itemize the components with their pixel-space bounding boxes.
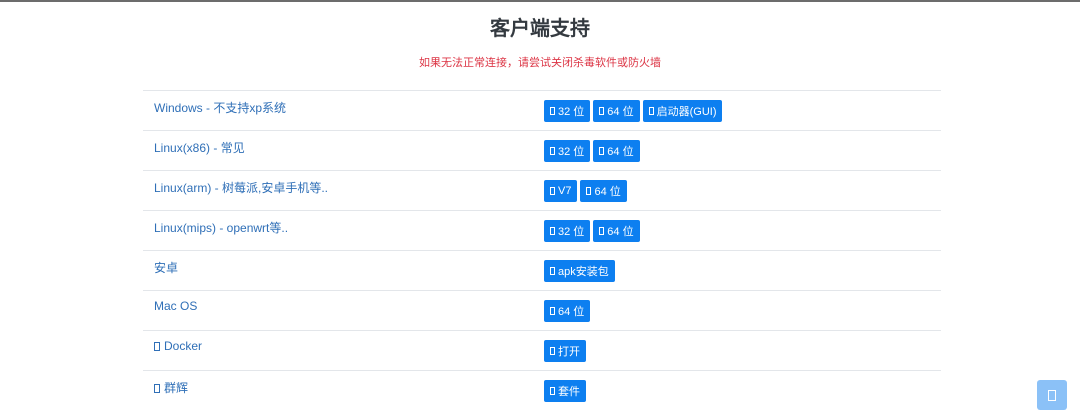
download-button[interactable]: 64 位 bbox=[544, 300, 591, 322]
floating-help-button[interactable] bbox=[1037, 380, 1067, 410]
top-border bbox=[0, 0, 1080, 2]
download-icon bbox=[648, 107, 654, 115]
platform-row: 群辉 套件 bbox=[143, 370, 941, 410]
client-download-table: Windows - 不支持xp系统 32 位 64 位 启动器(GUI) Linux(x… bbox=[143, 90, 941, 410]
button-label: 32 位 bbox=[558, 146, 585, 158]
download-icon bbox=[550, 187, 555, 195]
download-icon bbox=[550, 147, 555, 155]
download-buttons: 打开 bbox=[544, 340, 586, 362]
platform-name: Linux(mips) - openwrt等.. bbox=[154, 219, 288, 236]
download-button[interactable]: 32 位 bbox=[544, 140, 591, 162]
download-buttons: apk安装包 bbox=[544, 260, 615, 282]
download-button[interactable]: 32 位 bbox=[544, 100, 591, 122]
button-label: 64 位 bbox=[558, 306, 585, 318]
platform-label: Linux(x86) - 常见 bbox=[154, 141, 245, 155]
button-label: 启动器(GUI) bbox=[656, 106, 717, 118]
download-icon bbox=[550, 227, 555, 235]
button-label: 32 位 bbox=[558, 226, 585, 238]
platform-label: Linux(mips) - openwrt等.. bbox=[154, 221, 289, 235]
download-icon bbox=[586, 187, 592, 195]
docker-icon bbox=[154, 342, 160, 351]
platform-row: 安卓 apk安装包 bbox=[143, 250, 941, 290]
download-button[interactable]: V7 bbox=[544, 180, 578, 202]
platform-row: Windows - 不支持xp系统 32 位 64 位 启动器(GUI) bbox=[143, 90, 941, 130]
platform-label: Windows - 不支持xp系统 bbox=[154, 101, 287, 115]
button-label: 套件 bbox=[558, 386, 580, 398]
platform-row: Mac OS 64 位 bbox=[143, 290, 941, 330]
button-label: 64 位 bbox=[607, 106, 634, 118]
download-buttons: 64 位 bbox=[544, 300, 591, 322]
platform-name: Mac OS bbox=[154, 299, 197, 313]
platform-row: Linux(x86) - 常见 32 位 64 位 bbox=[143, 130, 941, 170]
button-label: 32 位 bbox=[558, 106, 585, 118]
download-buttons: 32 位 64 位 bbox=[544, 220, 640, 242]
download-button[interactable]: 64 位 bbox=[580, 180, 627, 202]
download-icon bbox=[599, 107, 605, 115]
platform-label: 群辉 bbox=[164, 381, 189, 395]
download-icon bbox=[599, 227, 605, 235]
platform-name: 群辉 bbox=[154, 379, 188, 396]
download-button[interactable]: 64 位 bbox=[593, 220, 640, 242]
platform-label: Mac OS bbox=[154, 299, 198, 313]
platform-row: Linux(mips) - openwrt等.. 32 位 64 位 bbox=[143, 210, 941, 250]
button-label: 64 位 bbox=[607, 226, 634, 238]
download-icon bbox=[550, 267, 555, 275]
chat-icon bbox=[1048, 389, 1056, 401]
download-buttons: V7 64 位 bbox=[544, 180, 627, 202]
download-buttons: 32 位 64 位 启动器(GUI) bbox=[544, 100, 723, 122]
download-button[interactable]: 启动器(GUI) bbox=[642, 100, 723, 122]
download-button[interactable]: apk安装包 bbox=[544, 260, 615, 282]
button-label: apk安装包 bbox=[558, 266, 609, 278]
external-link-icon bbox=[550, 347, 555, 355]
button-label: 64 位 bbox=[607, 146, 634, 158]
download-button[interactable]: 64 位 bbox=[593, 100, 640, 122]
platform-name: 安卓 bbox=[154, 259, 178, 276]
platform-name: Windows - 不支持xp系统 bbox=[154, 99, 286, 116]
download-icon bbox=[550, 307, 555, 315]
platform-label: Docker bbox=[164, 339, 203, 353]
button-label: 打开 bbox=[558, 346, 580, 358]
package-icon bbox=[550, 387, 555, 395]
platform-label: 安卓 bbox=[154, 261, 179, 275]
platform-name: Linux(x86) - 常见 bbox=[154, 139, 245, 156]
download-button[interactable]: 打开 bbox=[544, 340, 586, 362]
download-button[interactable]: 套件 bbox=[544, 380, 586, 402]
download-button[interactable]: 64 位 bbox=[593, 140, 640, 162]
platform-name: Linux(arm) - 树莓派,安卓手机等.. bbox=[154, 179, 328, 196]
download-buttons: 套件 bbox=[544, 380, 586, 402]
platform-row: Linux(arm) - 树莓派,安卓手机等.. V7 64 位 bbox=[143, 170, 941, 210]
platform-label: Linux(arm) - 树莓派,安卓手机等.. bbox=[154, 181, 329, 195]
button-label: 64 位 bbox=[594, 186, 621, 198]
platform-row: Docker 打开 bbox=[143, 330, 941, 370]
download-button[interactable]: 32 位 bbox=[544, 220, 591, 242]
platform-name: Docker bbox=[154, 339, 202, 353]
page-title: 客户端支持 bbox=[490, 16, 590, 40]
button-label: V7 bbox=[558, 185, 572, 197]
firewall-notice: 如果无法正常连接，请尝试关闭杀毒软件或防火墙 bbox=[419, 56, 661, 69]
download-icon bbox=[599, 147, 605, 155]
download-buttons: 32 位 64 位 bbox=[544, 140, 640, 162]
download-icon bbox=[550, 107, 555, 115]
synology-icon bbox=[154, 384, 160, 393]
